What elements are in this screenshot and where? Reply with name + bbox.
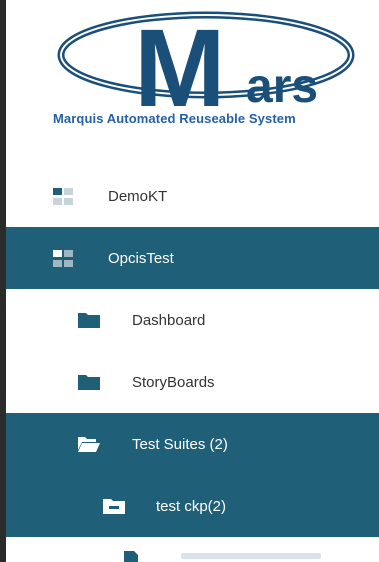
tree-item-label: DemoKT (108, 187, 168, 205)
tree-item-label: StoryBoards (132, 373, 215, 391)
logo-tagline: Marquis Automated Reuseable System (53, 111, 296, 126)
tree-item-label: OpcisTest (108, 249, 174, 267)
folder-icon (78, 313, 100, 328)
tree-item-test-suites[interactable]: Test Suites (2) (6, 413, 379, 475)
project-tree: DemoKT OpcisTest Dashboard StoryBoards T… (6, 165, 379, 537)
tree-item-test-ckp[interactable]: test ckp(2) (6, 475, 379, 537)
tree-item-label: Dashboard (132, 311, 206, 329)
folder-minus-icon (103, 499, 125, 514)
tree-item-label: test ckp(2) (156, 497, 227, 515)
sidebar-panel: M ars Marquis Automated Reuseable System… (6, 0, 379, 562)
tree-item-dashboard[interactable]: Dashboard (6, 289, 379, 351)
folder-icon (78, 375, 100, 390)
folder-open-icon (78, 437, 100, 452)
grid-icon (53, 249, 73, 267)
logo-wordmark: ars (246, 60, 318, 113)
tree-item-partial[interactable] (6, 537, 379, 562)
tree-item-opcistest[interactable]: OpcisTest (6, 227, 379, 289)
mars-logo-graphic: M ars (57, 7, 355, 130)
mars-logo: M ars Marquis Automated Reuseable System (6, 0, 379, 150)
tree-item-demokt[interactable]: DemoKT (6, 165, 379, 227)
grid-icon (53, 187, 73, 205)
document-icon (124, 551, 321, 562)
tree-item-storyboards[interactable]: StoryBoards (6, 351, 379, 413)
tree-item-label: Test Suites (2) (132, 435, 228, 453)
